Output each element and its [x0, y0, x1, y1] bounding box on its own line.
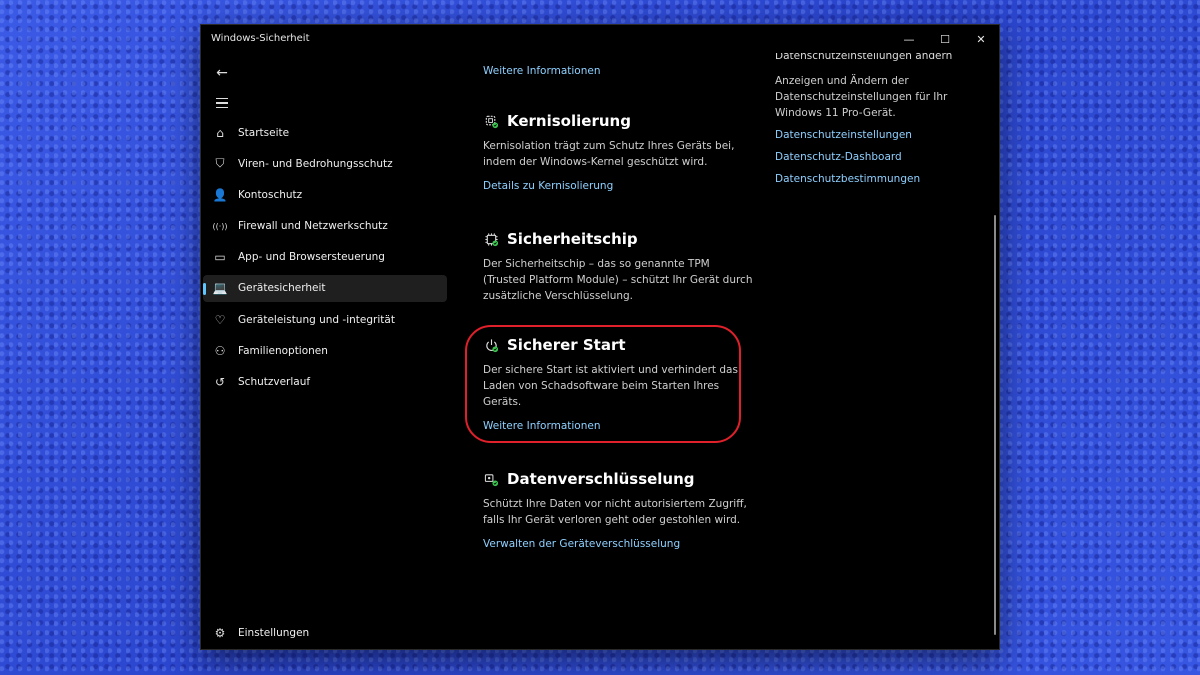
- home-icon: ⌂: [216, 125, 224, 140]
- sidebar-item-6[interactable]: ♡ Geräteleistung und -integrität: [203, 306, 447, 333]
- maximize-button[interactable]: ☐: [927, 25, 963, 53]
- section-security-chip: Sicherheitschip Der Sicherheitschip – da…: [483, 230, 753, 304]
- section-title: Kernisolierung: [507, 112, 631, 130]
- privacy-statement-link[interactable]: Datenschutzbestimmungen: [775, 171, 975, 187]
- privacy-side-panel: Datenschutzeinstellungen ändern Anzeigen…: [775, 53, 975, 193]
- secure-boot-highlight-annotation: [465, 325, 741, 443]
- title-bar: Windows-Sicherheit — ☐ ✕: [201, 25, 999, 53]
- sidebar-item-label: App- und Browsersteuerung: [238, 251, 385, 264]
- sidebar-item-8[interactable]: ↺ Schutzverlauf: [203, 369, 447, 396]
- gear-icon: ⚙: [214, 626, 226, 640]
- privacy-description: Anzeigen und Ändern der Datenschutzeinst…: [775, 75, 948, 119]
- back-arrow-icon[interactable]: ←: [212, 63, 232, 83]
- sidebar-item-label: Schutzverlauf: [238, 376, 311, 388]
- settings-nav-item[interactable]: ⚙ Einstellungen: [203, 621, 447, 645]
- section-core-isolation: Kernisolierung Kernisolation trägt zum S…: [483, 112, 753, 192]
- close-button[interactable]: ✕: [963, 25, 999, 53]
- settings-label: Einstellungen: [238, 627, 310, 639]
- sidebar-item-7[interactable]: ⚇ Familienoptionen: [203, 337, 447, 364]
- sidebar-item-5[interactable]: 💻 Gerätesicherheit: [203, 274, 447, 302]
- sidebar-item-label: Startseite: [238, 126, 290, 139]
- section-description: Schützt Ihre Daten vor nicht autorisiert…: [483, 498, 747, 526]
- hamburger-menu-icon[interactable]: [212, 93, 232, 113]
- sidebar-item-2[interactable]: 👤 Kontoschutz: [203, 181, 447, 208]
- chip-icon: [483, 231, 499, 247]
- encryption-key-icon: [483, 471, 499, 487]
- device-security-content: Weitere Informationen Kernisolierung Ker…: [483, 53, 753, 550]
- section-title: Datenverschlüsselung: [507, 470, 695, 488]
- sidebar-item-label: Gerätesicherheit: [238, 282, 326, 295]
- history-icon: ↺: [214, 375, 226, 389]
- wifi-icon: ((·)): [212, 221, 228, 231]
- shield-icon: ⛉: [215, 156, 225, 171]
- top-more-info-link[interactable]: Weitere Informationen: [483, 65, 753, 77]
- sidebar-item-3[interactable]: ((·)) Firewall und Netzwerkschutz: [203, 213, 447, 240]
- sidebar-item-4[interactable]: ▭ App- und Browsersteuerung: [203, 244, 447, 271]
- window-title: Windows-Sicherheit: [211, 33, 310, 44]
- sidebar-item-1[interactable]: ⛉ Viren- und Bedrohungsschutz: [203, 150, 447, 177]
- family-icon: ⚇: [214, 343, 226, 358]
- section-description: Kernisolation trägt zum Schutz Ihres Ger…: [483, 140, 735, 168]
- sidebar-item-label: Familienoptionen: [238, 344, 328, 357]
- vertical-scrollbar[interactable]: [994, 215, 996, 635]
- section-description: Der Sicherheitschip – das so genannte TP…: [483, 258, 753, 302]
- privacy-settings-link[interactable]: Datenschutzeinstellungen: [775, 127, 975, 143]
- manage-device-encryption-link[interactable]: Verwalten der Geräteverschlüsselung: [483, 538, 753, 550]
- person-icon: 👤: [212, 187, 228, 202]
- heart-pulse-icon: ♡: [214, 312, 226, 327]
- sidebar-item-label: Geräteleistung und -integrität: [238, 313, 395, 326]
- sidebar-item-label: Viren- und Bedrohungsschutz: [238, 157, 393, 170]
- window-controls: — ☐ ✕: [891, 25, 999, 53]
- app-window-icon: ▭: [214, 250, 226, 265]
- sidebar-item-label: Kontoschutz: [238, 188, 303, 201]
- navigation-sidebar: ⌂ Startseite ⛉ Viren- und Bedrohungsschutz 👤…: [203, 119, 447, 400]
- minimize-button[interactable]: —: [891, 25, 927, 53]
- privacy-dashboard-link[interactable]: Datenschutz-Dashboard: [775, 149, 975, 165]
- sidebar-item-label: Firewall und Netzwerkschutz: [238, 220, 388, 233]
- windows-security-window: Windows-Sicherheit — ☐ ✕ ← ⌂ Startseite ⛉ V…: [200, 24, 1000, 650]
- laptop-icon: 💻: [212, 281, 228, 296]
- core-isolation-icon: [483, 113, 499, 129]
- section-title: Sicherheitschip: [507, 230, 638, 248]
- privacy-heading-cut-off: Datenschutzeinstellungen ändern: [775, 53, 953, 62]
- core-isolation-details-link[interactable]: Details zu Kernisolierung: [483, 180, 753, 192]
- section-data-encryption: Datenverschlüsselung Schützt Ihre Daten …: [483, 470, 753, 550]
- sidebar-item-0[interactable]: ⌂ Startseite: [203, 119, 447, 146]
